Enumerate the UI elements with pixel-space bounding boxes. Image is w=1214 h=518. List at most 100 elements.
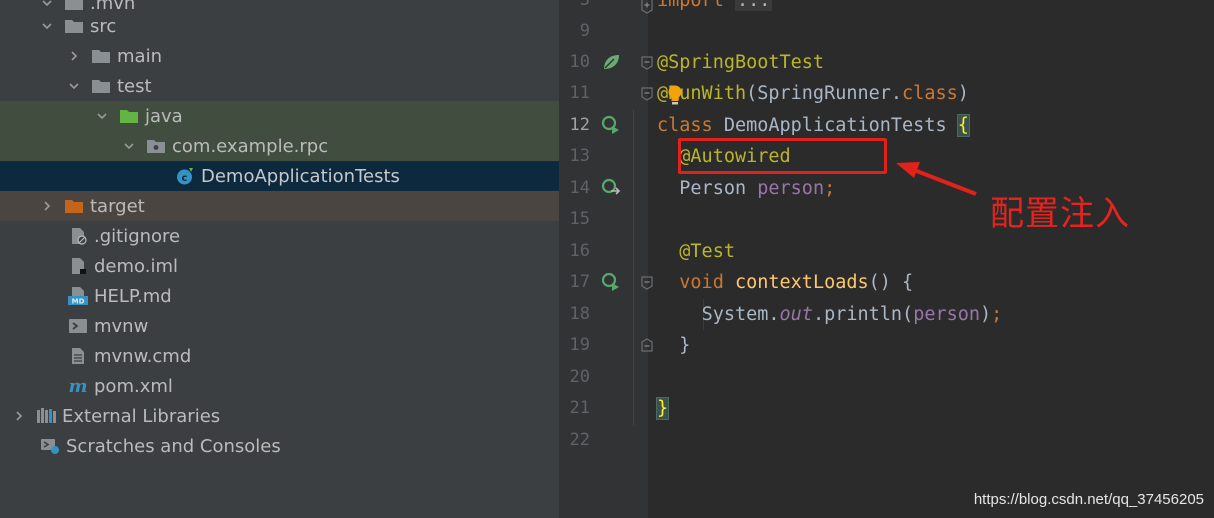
- fold-marker-icon[interactable]: [641, 276, 653, 290]
- tree-item-label: java: [145, 105, 183, 127]
- code-token: }: [679, 335, 691, 356]
- code-line-16[interactable]: @Test: [657, 236, 735, 267]
- line-number: 17: [569, 272, 590, 292]
- chevron-right-icon[interactable]: [65, 47, 83, 65]
- editor-gutter: 3 9 10 11 12 13 14 15 16 17 18 19 20 21 …: [559, 0, 653, 518]
- code-token: System.: [701, 304, 780, 325]
- chevron-down-icon[interactable]: [65, 77, 83, 95]
- annotation-highlight-box: [678, 138, 887, 174]
- tree-item-label: demo.iml: [94, 255, 178, 277]
- tree-item-label: test: [117, 75, 152, 97]
- code-line-21[interactable]: }: [655, 393, 670, 424]
- tree-item-label: External Libraries: [62, 405, 221, 427]
- tree-item-target[interactable]: target: [0, 191, 559, 221]
- code-editor[interactable]: 3 9 10 11 12 13 14 15 16 17 18 19 20 21 …: [559, 0, 1214, 518]
- code-token: (SpringRunner.: [746, 83, 903, 104]
- chevron-right-icon[interactable]: [38, 197, 56, 215]
- tree-item-package[interactable]: com.example.rpc: [0, 131, 559, 161]
- code-line-18[interactable]: System.out.println(person);: [657, 299, 1003, 330]
- code-token: person: [757, 178, 825, 199]
- code-token: .println(: [812, 304, 914, 325]
- text-file-icon: [68, 347, 88, 365]
- run-test-icon[interactable]: [601, 115, 621, 135]
- spring-bean-icon[interactable]: [601, 52, 621, 72]
- autowired-navigation-icon[interactable]: [601, 178, 621, 198]
- tree-item-main[interactable]: main: [0, 41, 559, 71]
- code-token: class: [902, 83, 958, 104]
- line-number: 19: [569, 335, 590, 355]
- line-number: 11: [569, 83, 590, 103]
- line-number: 12: [569, 115, 590, 135]
- libraries-icon: [36, 407, 56, 425]
- fold-marker-icon[interactable]: [641, 0, 653, 14]
- chevron-right-icon[interactable]: [10, 407, 28, 425]
- matched-brace: }: [655, 397, 670, 420]
- chevron-down-icon[interactable]: [93, 107, 111, 125]
- tree-item-pom-xml[interactable]: m pom.xml: [0, 371, 559, 401]
- code-token: out: [779, 304, 813, 325]
- package-icon: [146, 137, 166, 155]
- line-number: 14: [569, 178, 590, 198]
- tree-item-label: com.example.rpc: [172, 135, 329, 157]
- svg-text:MD: MD: [72, 298, 85, 306]
- tree-item-gitignore[interactable]: .gitignore: [0, 221, 559, 251]
- svg-text:m: m: [68, 377, 87, 395]
- tree-item-external-libraries[interactable]: External Libraries: [0, 401, 559, 431]
- tree-item-src[interactable]: src: [0, 11, 559, 41]
- tree-item-mvnw-cmd[interactable]: mvnw.cmd: [0, 341, 559, 371]
- fold-marker-icon[interactable]: [641, 87, 653, 101]
- tree-item-demo-application-tests[interactable]: c DemoApplicationTests: [0, 161, 559, 191]
- code-token: ;: [824, 178, 836, 199]
- fold-marker-icon[interactable]: [641, 56, 653, 70]
- tree-item-mvnw[interactable]: mvnw: [0, 311, 559, 341]
- chevron-down-icon[interactable]: [120, 137, 138, 155]
- code-token: DemoApplicationTests: [712, 115, 958, 136]
- java-class-icon: c: [175, 167, 195, 185]
- code-token: ): [957, 83, 969, 104]
- code-token: ): [980, 304, 992, 325]
- tree-item-help-md[interactable]: MD HELP.md: [0, 281, 559, 311]
- code-token: void: [679, 272, 735, 293]
- tree-item-label: mvnw.cmd: [94, 345, 192, 367]
- tree-item-label: .gitignore: [94, 225, 181, 247]
- code-token: () {: [868, 272, 914, 293]
- tree-item-java[interactable]: java: [0, 101, 559, 131]
- code-token: class: [657, 115, 713, 136]
- line-number: 3: [579, 0, 590, 10]
- tree-item-label: main: [117, 45, 162, 67]
- annotation-callout: 配置注入: [990, 194, 1130, 234]
- svg-text:c: c: [182, 173, 188, 184]
- code-line-17[interactable]: void contextLoads() {: [657, 267, 913, 298]
- code-line-3[interactable]: import ...: [657, 0, 773, 16]
- line-number: 16: [569, 241, 590, 261]
- line-number: 9: [579, 21, 590, 41]
- code-line-19[interactable]: }: [657, 330, 690, 361]
- tree-item-label: Scratches and Consoles: [66, 435, 281, 457]
- chevron-down-icon[interactable]: [38, 17, 56, 35]
- shell-script-icon: [68, 317, 88, 335]
- code-line-11[interactable]: @RunWith(SpringRunner.class): [657, 78, 969, 109]
- tree-item-label: pom.xml: [94, 375, 173, 397]
- folded-imports[interactable]: ...: [734, 0, 773, 11]
- tree-item-test[interactable]: test: [0, 71, 559, 101]
- tree-item-scratches[interactable]: Scratches and Consoles: [0, 431, 559, 461]
- tree-item-label: src: [90, 15, 117, 37]
- code-token: Person: [679, 178, 758, 199]
- ignore-file-icon: [68, 227, 88, 245]
- annotation-arrow-icon: [896, 162, 977, 196]
- tree-item-label: DemoApplicationTests: [201, 165, 400, 187]
- code-token: @Test: [679, 241, 735, 262]
- tree-item-demo-iml[interactable]: demo.iml: [0, 251, 559, 281]
- fold-marker-icon[interactable]: [641, 338, 653, 352]
- markdown-file-icon: MD: [68, 287, 88, 305]
- test-source-folder-icon: [119, 107, 139, 125]
- code-token: contextLoads: [734, 272, 869, 293]
- code-line-10[interactable]: @SpringBootTest: [657, 47, 824, 78]
- code-line-14[interactable]: Person person;: [657, 173, 835, 204]
- code-line-12[interactable]: class DemoApplicationTests {: [657, 110, 970, 141]
- tree-item-label: target: [90, 195, 145, 217]
- run-test-icon[interactable]: [601, 272, 621, 292]
- excluded-folder-icon: [64, 197, 84, 215]
- tree-item-label: HELP.md: [94, 285, 172, 307]
- lightbulb-icon[interactable]: [667, 85, 683, 107]
